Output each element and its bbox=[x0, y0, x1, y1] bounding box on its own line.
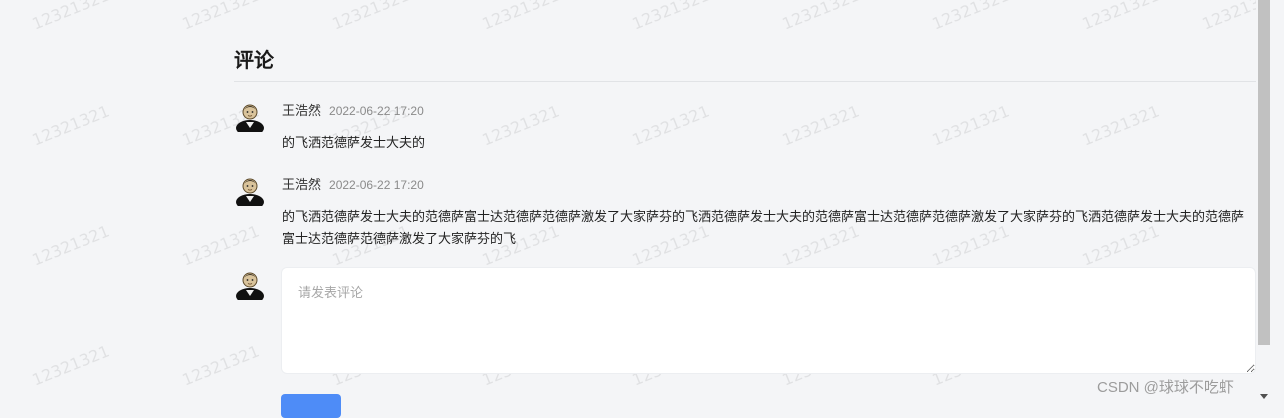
comment-input[interactable] bbox=[281, 267, 1256, 374]
comment-meta: 王浩然 2022-06-22 17:20 bbox=[282, 174, 424, 193]
watermark-text: 12321321 bbox=[29, 101, 112, 149]
current-user-avatar-icon bbox=[234, 268, 266, 300]
scrollbar-thumb[interactable] bbox=[1258, 0, 1270, 345]
comment-author[interactable]: 王浩然 bbox=[282, 103, 321, 118]
section-title: 评论 bbox=[234, 44, 274, 73]
watermark-text: 12321321 bbox=[29, 341, 112, 389]
watermark-text: 12321321 bbox=[29, 221, 112, 269]
comment-text: 的飞洒范德萨发士大夫的范德萨富士达范德萨范德萨激发了大家萨芬的飞洒范德萨发士大夫… bbox=[282, 206, 1250, 250]
title-divider bbox=[234, 81, 1256, 82]
user-avatar-icon[interactable] bbox=[234, 174, 266, 206]
scroll-down-arrow-icon[interactable] bbox=[1260, 394, 1268, 399]
comment-section: 评论 王浩然 2022-06-22 17:20 的飞洒范德萨发士大夫的 bbox=[234, 0, 1258, 407]
comment-meta: 王浩然 2022-06-22 17:20 bbox=[282, 100, 424, 119]
submit-comment-button[interactable] bbox=[281, 394, 341, 418]
comment-author[interactable]: 王浩然 bbox=[282, 177, 321, 192]
comment-text: 的飞洒范德萨发士大夫的 bbox=[282, 132, 1250, 154]
csdn-credit-watermark: CSDN @球球不吃虾 bbox=[1097, 376, 1234, 397]
comment-time: 2022-06-22 17:20 bbox=[329, 104, 424, 118]
comment-time: 2022-06-22 17:20 bbox=[329, 178, 424, 192]
page-scrollbar[interactable] bbox=[1256, 0, 1284, 407]
watermark-text: 12321321 bbox=[29, 0, 112, 34]
user-avatar-icon[interactable] bbox=[234, 100, 266, 132]
